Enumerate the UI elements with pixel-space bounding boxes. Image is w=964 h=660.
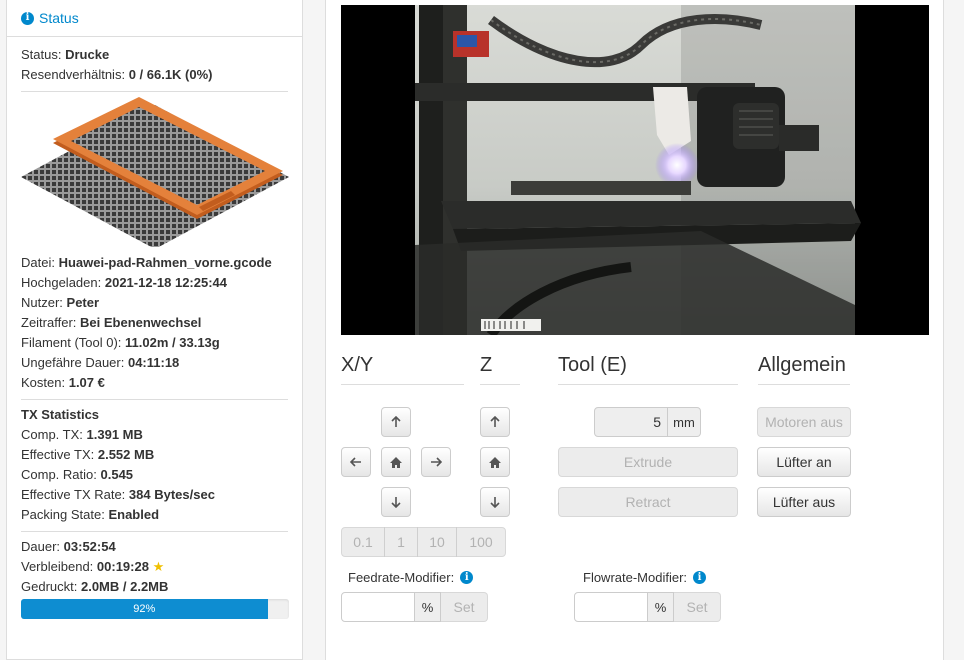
print-progress-bar: 92% xyxy=(21,599,268,619)
file-value: Huawei-pad-Rahmen_vorne.gcode xyxy=(58,255,272,270)
extrude-amount-group: mm xyxy=(594,407,701,437)
xy-title: X/Y xyxy=(341,354,464,385)
home-xy-button[interactable] xyxy=(381,447,411,477)
flowrate-input[interactable] xyxy=(574,592,648,622)
z-title: Z xyxy=(480,354,520,385)
home-icon xyxy=(390,456,402,468)
resend-line: Resendverhältnis: 0 / 66.1K (0%) xyxy=(21,67,213,82)
arrow-left-icon xyxy=(350,457,361,467)
user-line: Nutzer: Peter xyxy=(21,295,100,310)
flowrate-group: % Set xyxy=(574,592,721,622)
flowrate-label: Flowrate-Modifier: xyxy=(583,570,688,585)
fan-off-button[interactable]: Lüfter aus xyxy=(757,487,851,517)
effective-tx-line: Effective TX: 2.552 MB xyxy=(21,447,155,462)
print-progress-label: 92% xyxy=(133,603,156,615)
jog-y-minus-button[interactable] xyxy=(381,487,411,517)
feedrate-label: Feedrate-Modifier: xyxy=(348,570,455,585)
jog-z-plus-button[interactable] xyxy=(480,407,510,437)
tx-stats-title: TX Statistics xyxy=(21,407,100,422)
extrude-unit-label: mm xyxy=(668,407,701,437)
effective-tx-rate-line: Effective TX Rate: 384 Bytes/sec xyxy=(21,487,215,502)
tool-title: Tool (E) xyxy=(558,354,738,385)
status-panel-header[interactable]: i Status xyxy=(7,0,302,37)
extrude-amount-input[interactable] xyxy=(594,407,668,437)
status-value: Drucke xyxy=(65,47,110,62)
divider xyxy=(21,91,288,92)
jog-x-minus-button[interactable] xyxy=(341,447,371,477)
flowrate-set-button[interactable]: Set xyxy=(674,592,721,622)
webcam-stream[interactable] xyxy=(341,5,929,335)
star-icon: ★ xyxy=(152,559,165,574)
printed-line: Gedruckt: 2.0MB / 2.2MB xyxy=(21,579,169,594)
status-panel: i Status Status: Drucke Resendverhältnis… xyxy=(6,0,303,660)
resend-value: 0 / 66.1K (0%) xyxy=(128,67,213,82)
arrow-down-icon xyxy=(391,497,401,508)
feedrate-set-button[interactable]: Set xyxy=(441,592,488,622)
print-progress: 92% xyxy=(21,599,289,619)
jog-y-plus-button[interactable] xyxy=(381,407,411,437)
comp-ratio-line: Comp. Ratio: 0.545 xyxy=(21,467,134,482)
flowrate-label-row: Flowrate-Modifier: i xyxy=(583,570,707,585)
file-line: Datei: Huawei-pad-Rahmen_vorne.gcode xyxy=(21,255,272,270)
feedrate-group: % Set xyxy=(341,592,488,622)
step-size-group: 0.1 1 10 100 xyxy=(341,527,506,557)
arrow-down-icon xyxy=(490,497,500,508)
est-duration-line: Ungefähre Dauer: 04:11:18 xyxy=(21,355,180,370)
flowrate-percent-label: % xyxy=(648,592,674,622)
step-size-1-button[interactable]: 1 xyxy=(384,527,418,557)
fan-on-button[interactable]: Lüfter an xyxy=(757,447,851,477)
cost-line: Kosten: 1.07 € xyxy=(21,375,105,390)
filament-line: Filament (Tool 0): 11.02m / 33.13g xyxy=(21,335,220,350)
arrow-up-icon xyxy=(490,416,500,427)
step-size-100-button[interactable]: 100 xyxy=(456,527,506,557)
home-icon xyxy=(489,456,501,468)
motors-off-button[interactable]: Motoren aus xyxy=(757,407,851,437)
comp-tx-line: Comp. TX: 1.391 MB xyxy=(21,427,143,442)
status-line: Status: Drucke xyxy=(21,47,110,62)
retract-button[interactable]: Retract xyxy=(558,487,738,517)
info-icon: i xyxy=(21,11,34,25)
control-panel: X/Y Z Tool (E) Allgemein 0.1 1 10 100 mm… xyxy=(325,0,944,660)
feedrate-label-row: Feedrate-Modifier: i xyxy=(348,570,474,585)
info-icon[interactable]: i xyxy=(693,571,707,584)
remaining-line: Verbleibend: 00:19:28 ★ xyxy=(21,559,165,574)
jog-z-minus-button[interactable] xyxy=(480,487,510,517)
jog-x-plus-button[interactable] xyxy=(421,447,451,477)
packing-state-line: Packing State: Enabled xyxy=(21,507,160,522)
elapsed-line: Dauer: 03:52:54 xyxy=(21,539,116,554)
feedrate-input[interactable] xyxy=(341,592,415,622)
arrow-up-icon xyxy=(391,416,401,427)
status-panel-title: Status xyxy=(39,10,79,26)
feedrate-percent-label: % xyxy=(415,592,441,622)
uploaded-line: Hochgeladen: 2021-12-18 12:25:44 xyxy=(21,275,228,290)
divider xyxy=(21,399,288,400)
arrow-right-icon xyxy=(431,457,442,467)
home-z-button[interactable] xyxy=(480,447,510,477)
general-title: Allgemein xyxy=(758,354,850,385)
info-icon[interactable]: i xyxy=(460,571,474,584)
timelapse-line: Zeitraffer: Bei Ebenenwechsel xyxy=(21,315,202,330)
step-size-0-1-button[interactable]: 0.1 xyxy=(341,527,385,557)
step-size-10-button[interactable]: 10 xyxy=(417,527,457,557)
print-thumbnail xyxy=(21,97,289,247)
divider xyxy=(21,531,288,532)
extrude-button[interactable]: Extrude xyxy=(558,447,738,477)
